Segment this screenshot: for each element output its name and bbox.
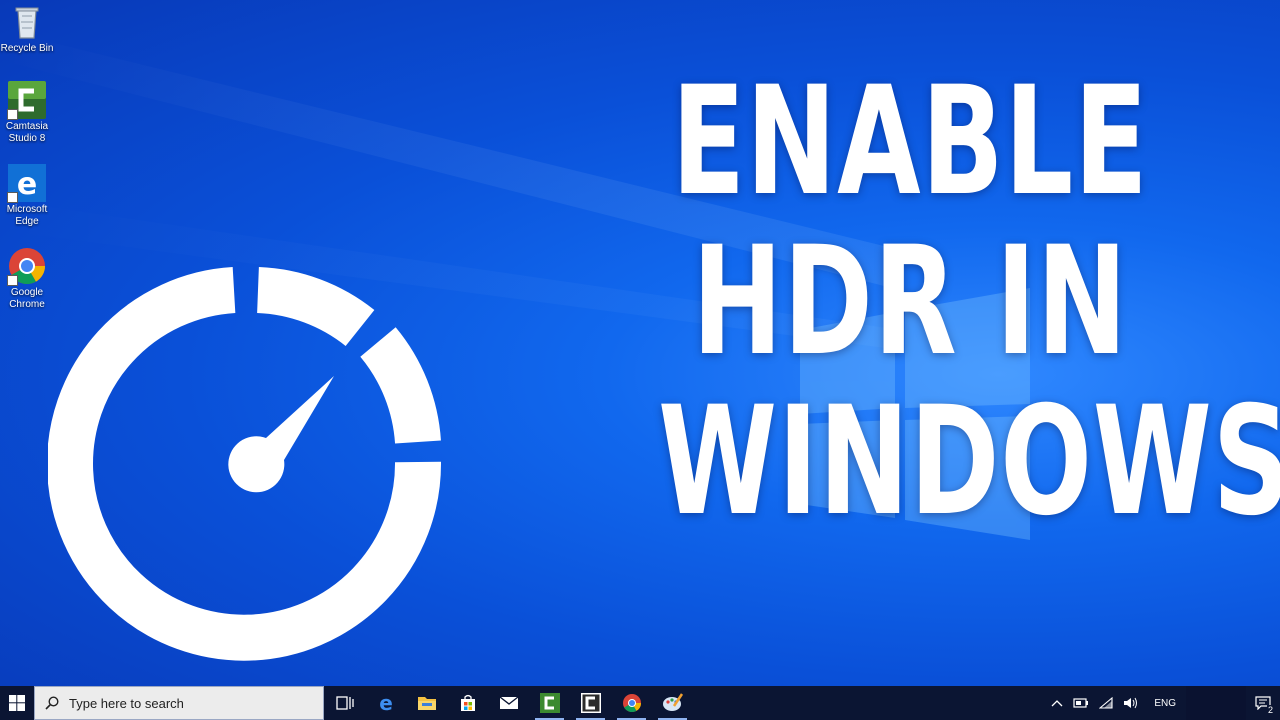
taskbar-chrome[interactable]	[611, 686, 652, 720]
camtasia-studio-icon	[580, 693, 601, 713]
desktop-icon-label: Google	[10, 287, 44, 298]
search-icon	[45, 696, 59, 710]
svg-text:e: e	[379, 693, 393, 713]
desktop-icon-recycle-bin[interactable]: Recycle Bin	[0, 2, 54, 55]
headline-line: ENABLE	[671, 55, 1149, 229]
headline-line: HDR IN	[692, 215, 1128, 389]
windows-logo-icon	[9, 695, 25, 711]
desktop-icon-label: Chrome	[9, 299, 45, 310]
desktop-icon-label: Microsoft	[6, 204, 48, 215]
chevron-up-icon	[1051, 700, 1063, 707]
taskbar-edge[interactable]: e	[365, 686, 406, 720]
taskbar-paint[interactable]	[652, 686, 693, 720]
action-center-button[interactable]: 2	[1246, 686, 1280, 720]
taskbar-file-explorer[interactable]	[406, 686, 447, 720]
desktop-icon-camtasia[interactable]: Camtasia Studio 8	[0, 80, 54, 145]
edge-icon: e	[7, 163, 47, 203]
task-view-icon	[335, 696, 354, 710]
clock-area[interactable]	[1186, 686, 1246, 720]
battery-icon	[1073, 698, 1089, 708]
camtasia-recorder-icon	[539, 693, 560, 713]
shortcut-arrow-icon	[7, 109, 18, 120]
desktop-icon-label: Studio 8	[8, 133, 46, 144]
speedometer-icon	[48, 267, 442, 661]
taskbar-camtasia-studio[interactable]	[570, 686, 611, 720]
wifi-icon	[1099, 697, 1113, 709]
desktop-icon-label: Recycle Bin	[0, 43, 54, 54]
mail-icon	[499, 696, 518, 709]
system-tray: ENG 2	[1046, 686, 1280, 720]
headline-line: WINDOWS	[658, 375, 1280, 549]
volume-button[interactable]	[1118, 686, 1144, 720]
input-language-indicator[interactable]: ENG	[1144, 698, 1186, 709]
notification-count-badge: 2	[1266, 705, 1274, 715]
taskbar-search-box[interactable]: Type here to search	[34, 686, 324, 720]
task-view-button[interactable]	[324, 686, 365, 720]
search-placeholder: Type here to search	[69, 695, 184, 711]
desktop: Recycle Bin Camtasia Studio 8 e Microsof…	[0, 0, 1280, 686]
taskbar-mail[interactable]	[488, 686, 529, 720]
edge-icon: e	[379, 693, 393, 713]
volume-icon	[1124, 697, 1138, 709]
battery-button[interactable]	[1068, 686, 1094, 720]
paint-icon	[662, 693, 683, 711]
store-icon	[460, 694, 475, 711]
svg-text:e: e	[17, 167, 37, 202]
shortcut-arrow-icon	[7, 192, 18, 203]
taskbar-camtasia-recorder[interactable]	[529, 686, 570, 720]
taskbar-store[interactable]	[447, 686, 488, 720]
start-button[interactable]	[0, 686, 34, 720]
desktop-icon-label: Edge	[15, 216, 39, 227]
headline: ENABLE HDR IN WINDOWS	[658, 55, 1280, 549]
file-explorer-icon	[417, 697, 436, 710]
shortcut-arrow-icon	[7, 275, 18, 286]
show-hidden-icons-button[interactable]	[1046, 686, 1068, 720]
chrome-icon	[7, 246, 47, 286]
camtasia-icon	[7, 80, 47, 120]
desktop-icon-edge[interactable]: e Microsoft Edge	[0, 163, 54, 228]
network-button[interactable]	[1094, 686, 1118, 720]
taskbar: Type here to search e ENG 2	[0, 686, 1280, 720]
desktop-icon-chrome[interactable]: Google Chrome	[0, 246, 54, 311]
desktop-icon-label: Camtasia	[5, 121, 49, 132]
recycle-bin-icon	[7, 2, 47, 42]
chrome-icon	[622, 694, 641, 713]
